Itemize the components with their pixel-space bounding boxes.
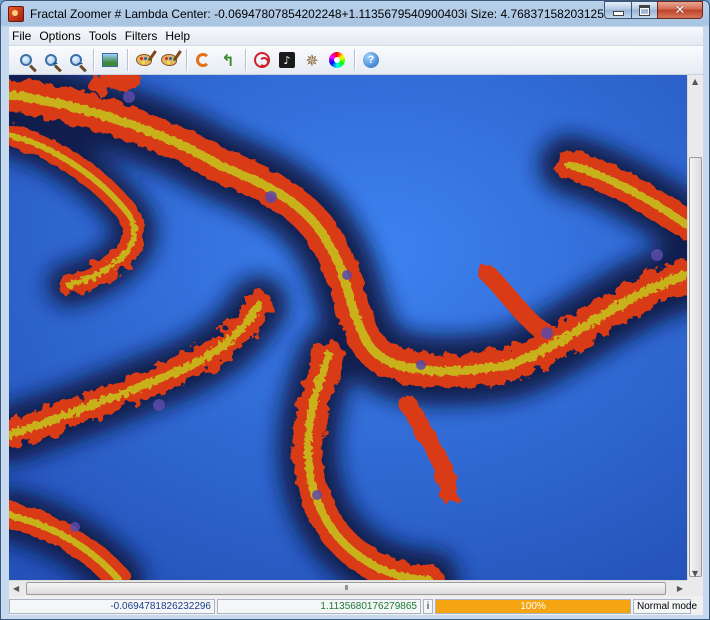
- minimize-icon: [612, 10, 624, 16]
- vertical-scrollbar[interactable]: ▲ ▼: [687, 75, 703, 580]
- zoom-out-icon: −: [70, 54, 83, 70]
- go-back-button[interactable]: ↰: [217, 49, 239, 71]
- window-controls: ✕: [604, 1, 703, 19]
- save-image-icon: [102, 53, 118, 67]
- maximize-button[interactable]: [631, 1, 657, 19]
- status-real-part: -0.0694781826232296: [9, 598, 215, 614]
- zoom-out-button[interactable]: −: [65, 49, 87, 71]
- music-icon: ♪: [279, 52, 295, 68]
- help-button[interactable]: ?: [360, 49, 382, 71]
- compass-icon: ✵: [305, 50, 319, 70]
- horizontal-scroll-thumb[interactable]: III: [26, 582, 666, 595]
- refresh-icon: [196, 53, 210, 67]
- scrollbar-corner: [687, 580, 703, 596]
- scroll-right-icon[interactable]: ▶: [677, 584, 683, 593]
- toolbar-separator: [186, 49, 187, 71]
- close-icon: ✕: [674, 2, 686, 18]
- toolbar-separator: [127, 49, 128, 71]
- palette-out-icon: [161, 54, 177, 66]
- zoom-in-icon: +: [45, 54, 58, 70]
- status-imaginary-part: 1.1135680176279865: [217, 598, 421, 614]
- palette-button[interactable]: [133, 49, 155, 71]
- zoom-in-button[interactable]: +: [40, 49, 62, 71]
- help-icon: ?: [363, 52, 379, 68]
- app-icon[interactable]: [8, 5, 24, 22]
- render-progress-bar: 100%: [435, 598, 631, 614]
- compass-button[interactable]: ✵: [301, 49, 323, 71]
- vertical-scroll-thumb[interactable]: [689, 157, 702, 577]
- menu-bar: File Options Tools Filters Help: [9, 27, 703, 46]
- refresh-button[interactable]: [192, 49, 214, 71]
- minimize-button[interactable]: [604, 1, 631, 19]
- toolbar: + − ↰ ♪ ✵ ?: [9, 46, 703, 75]
- go-back-icon: ↰: [221, 50, 235, 70]
- scroll-up-icon[interactable]: ▲: [692, 77, 698, 86]
- toolbar-separator: [245, 49, 246, 71]
- color-wheel-button[interactable]: [326, 49, 348, 71]
- menu-file[interactable]: File: [9, 27, 35, 45]
- spiral-icon: [254, 52, 270, 68]
- music-button[interactable]: ♪: [276, 49, 298, 71]
- save-image-button[interactable]: [99, 49, 121, 71]
- zoom-button[interactable]: [15, 49, 37, 71]
- client-area: File Options Tools Filters Help + − ↰ ♪ …: [9, 27, 703, 615]
- horizontal-scrollbar[interactable]: ◀ III ▶: [9, 580, 687, 596]
- app-window: Fractal Zoomer # Lambda Center: -0.06947…: [0, 0, 710, 620]
- toolbar-separator: [93, 49, 94, 71]
- zoom-icon: [20, 54, 32, 66]
- spiral-button[interactable]: [251, 49, 273, 71]
- status-imag-unit: i: [423, 598, 433, 614]
- status-bar: -0.0694781826232296 1.1135680176279865 i…: [9, 597, 703, 615]
- toolbar-separator: [354, 49, 355, 71]
- color-wheel-icon: [329, 52, 345, 68]
- scroll-grip: III: [344, 585, 349, 592]
- menu-tools[interactable]: Tools: [85, 27, 121, 45]
- window-title: Fractal Zoomer # Lambda Center: -0.06947…: [30, 6, 623, 21]
- menu-options[interactable]: Options: [35, 27, 84, 45]
- progress-label: 100%: [520, 600, 546, 612]
- scroll-left-icon[interactable]: ◀: [13, 584, 19, 593]
- palette-icon: [136, 54, 152, 66]
- scroll-down-icon[interactable]: ▼: [692, 569, 698, 578]
- menu-filters[interactable]: Filters: [121, 27, 162, 45]
- palette-out-button[interactable]: [158, 49, 180, 71]
- status-mode: Normal mode: [633, 598, 697, 614]
- fractal-canvas[interactable]: [9, 75, 687, 580]
- close-button[interactable]: ✕: [657, 1, 703, 19]
- maximize-icon: [639, 4, 650, 16]
- fractal-image: [9, 75, 687, 580]
- menu-help[interactable]: Help: [161, 27, 194, 45]
- title-bar[interactable]: Fractal Zoomer # Lambda Center: -0.06947…: [1, 1, 709, 26]
